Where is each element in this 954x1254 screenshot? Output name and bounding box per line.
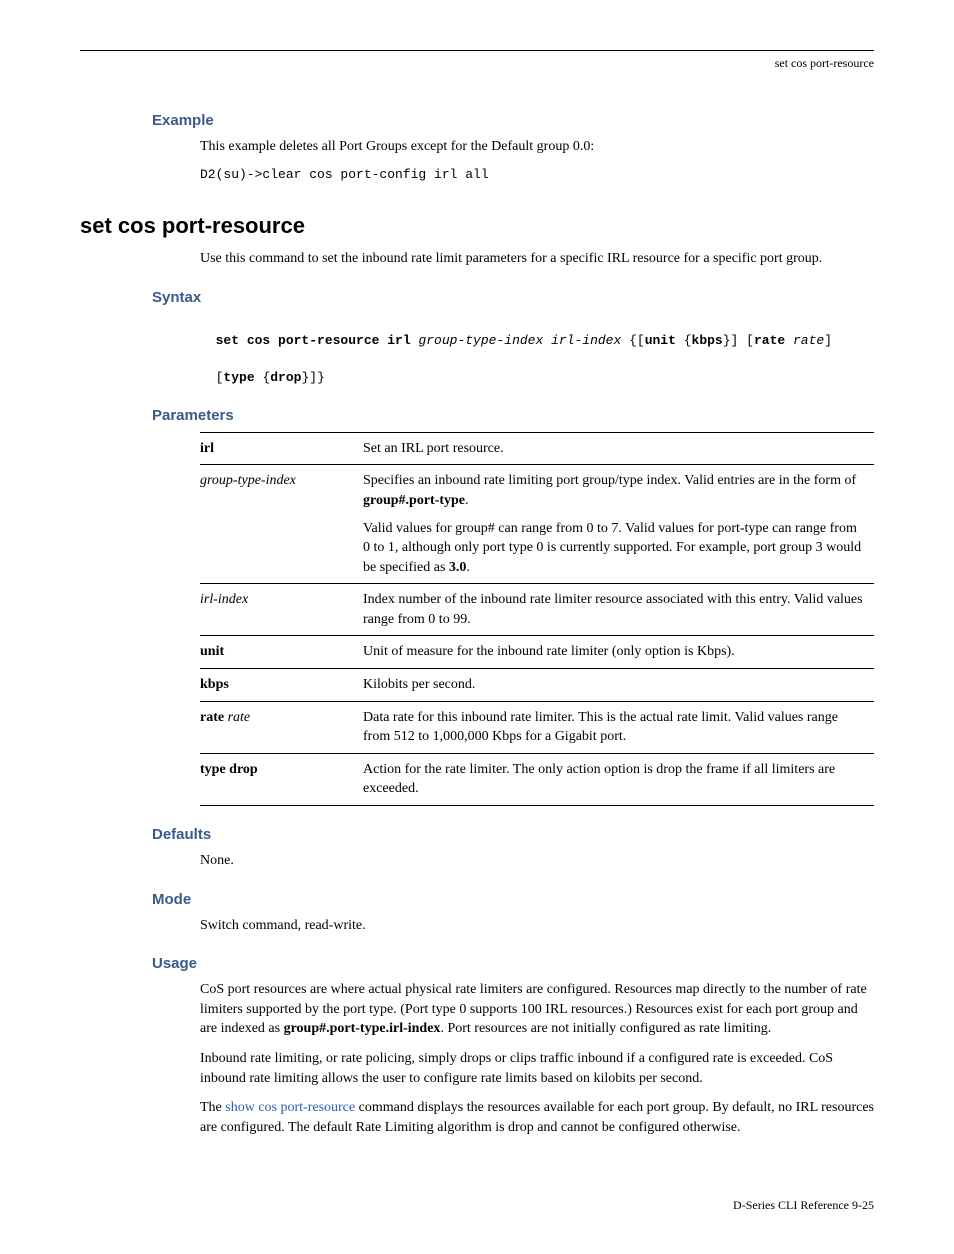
example-text: This example deletes all Port Groups exc…	[200, 137, 874, 157]
table-row: rate rate Data rate for this inbound rat…	[200, 701, 874, 753]
table-row: unit Unit of measure for the inbound rat…	[200, 636, 874, 669]
syntax-part: {	[255, 370, 271, 385]
syntax-heading: Syntax	[152, 287, 874, 308]
table-row: kbps Kilobits per second.	[200, 669, 874, 702]
parameters-heading: Parameters	[152, 405, 874, 426]
page-footer: D-Series CLI Reference 9-25	[80, 1197, 874, 1214]
table-row: type drop Action for the rate limiter. T…	[200, 753, 874, 805]
param-name: irl	[200, 441, 214, 456]
param-name: unit	[200, 644, 224, 659]
mode-heading: Mode	[152, 889, 874, 910]
syntax-part: ]	[824, 333, 832, 348]
param-desc: Kilobits per second.	[363, 669, 874, 702]
syntax-part: kbps	[692, 333, 723, 348]
defaults-text: None.	[200, 851, 874, 871]
syntax-part: type	[223, 370, 254, 385]
param-name: type drop	[200, 762, 258, 777]
syntax-part: }]}	[301, 370, 324, 385]
syntax-block: set cos port-resource irl group-type-ind…	[200, 314, 874, 387]
table-row: irl-index Index number of the inbound ra…	[200, 584, 874, 636]
usage-para-1: CoS port resources are where actual phys…	[200, 980, 874, 1039]
defaults-heading: Defaults	[152, 824, 874, 845]
param-desc: Specifies an inbound rate limiting port …	[363, 465, 874, 584]
syntax-part: }] [	[723, 333, 754, 348]
param-desc: Unit of measure for the inbound rate lim…	[363, 636, 874, 669]
usage-para-3: The show cos port-resource command displ…	[200, 1098, 874, 1137]
header-right-text: set cos port-resource	[775, 56, 874, 70]
parameters-table: irl Set an IRL port resource. group-type…	[200, 432, 874, 806]
param-name: rate rate	[200, 701, 363, 753]
table-row: irl Set an IRL port resource.	[200, 432, 874, 465]
param-desc: Set an IRL port resource.	[363, 432, 874, 465]
usage-para-2: Inbound rate limiting, or rate policing,…	[200, 1049, 874, 1088]
param-name: kbps	[200, 677, 229, 692]
param-desc: Action for the rate limiter. The only ac…	[363, 753, 874, 805]
show-cos-port-resource-link[interactable]: show cos port-resource	[225, 1100, 355, 1115]
syntax-part: {[	[621, 333, 644, 348]
param-name: irl-index	[200, 592, 248, 607]
param-desc: Index number of the inbound rate limiter…	[363, 584, 874, 636]
param-name: group-type-index	[200, 473, 296, 488]
table-row: group-type-index Specifies an inbound ra…	[200, 465, 874, 584]
command-intro: Use this command to set the inbound rate…	[200, 249, 874, 269]
example-heading: Example	[152, 110, 874, 131]
param-desc-extra: Valid values for group# can range from 0…	[363, 519, 866, 578]
syntax-part: group-type-index irl-index	[418, 333, 621, 348]
footer-text: D-Series CLI Reference 9-25	[733, 1198, 874, 1212]
syntax-part: {	[676, 333, 692, 348]
syntax-part: rate	[793, 333, 824, 348]
mode-text: Switch command, read-write.	[200, 916, 874, 936]
command-title: set cos port-resource	[80, 211, 874, 242]
param-desc: Data rate for this inbound rate limiter.…	[363, 701, 874, 753]
syntax-part: unit	[645, 333, 676, 348]
usage-heading: Usage	[152, 953, 874, 974]
syntax-part: set cos port-resource irl	[216, 333, 419, 348]
page-header: set cos port-resource	[80, 50, 874, 92]
example-code: D2(su)->clear cos port-config irl all	[200, 166, 874, 184]
syntax-part: rate	[754, 333, 793, 348]
syntax-part: drop	[270, 370, 301, 385]
